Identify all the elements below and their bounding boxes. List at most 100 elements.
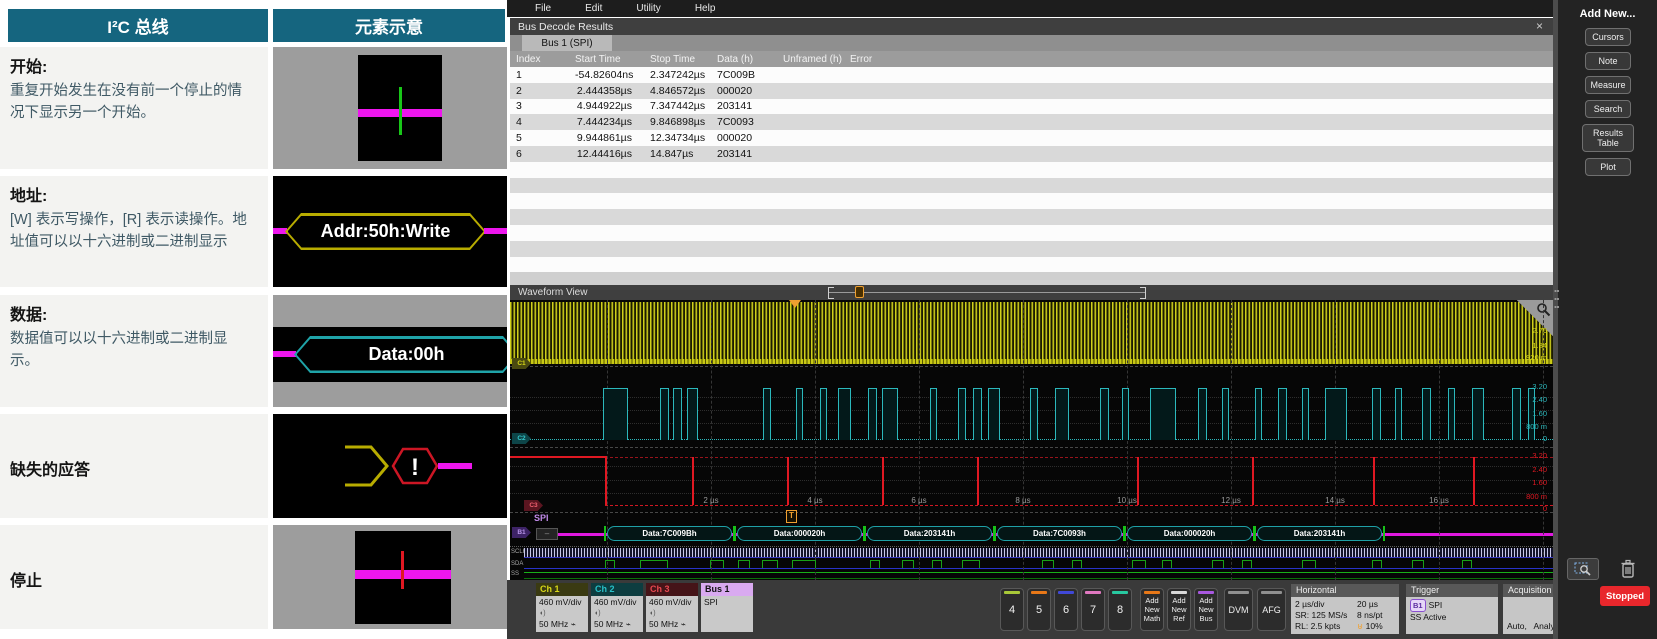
- measure-button[interactable]: Measure: [1585, 76, 1631, 94]
- ch2-pulse: [820, 388, 827, 440]
- results-table-header: IndexStart TimeStop TimeData (h)Unframed…: [510, 51, 1553, 67]
- channel-badge-header: Ch 2: [591, 583, 643, 596]
- ch2-pulse: [660, 388, 669, 440]
- add-new-bus-button[interactable]: Add New Bus: [1194, 588, 1218, 631]
- table-row[interactable]: [510, 241, 1553, 257]
- search-button[interactable]: Search: [1585, 100, 1631, 118]
- channel-button-6[interactable]: 6: [1054, 588, 1078, 631]
- menu-file[interactable]: File: [535, 3, 551, 14]
- ch3-badge[interactable]: C3: [524, 500, 543, 511]
- menu-edit[interactable]: Edit: [585, 3, 602, 14]
- tab-bus1-spi[interactable]: Bus 1 (SPI): [522, 35, 612, 51]
- channel-bandwidth: 50 MHz ⌁: [594, 619, 640, 630]
- minimap-left-bracket[interactable]: [828, 287, 834, 299]
- section-divider: [510, 512, 1553, 513]
- minimap-track[interactable]: [828, 292, 1146, 293]
- channel-badge-bus1[interactable]: Bus 1SPI: [701, 583, 753, 632]
- channel-color-stripe: [1031, 591, 1047, 594]
- results-table-button[interactable]: Results Table: [1582, 124, 1634, 152]
- channel-bandwidth: 50 MHz ⌁: [539, 619, 585, 630]
- add-new-math-button[interactable]: Add New Math: [1140, 588, 1164, 631]
- data-magenta-stub-left: [273, 351, 296, 357]
- ch2-pulse: [1302, 388, 1309, 440]
- sda-pulse: [1242, 560, 1252, 568]
- ch2-pulse: [988, 388, 1000, 440]
- table-row[interactable]: [510, 178, 1553, 194]
- divider-drag-handle[interactable]: [1554, 288, 1559, 314]
- bus-frame: Data:000020h: [1127, 526, 1252, 541]
- menu-utility[interactable]: Utility: [636, 3, 660, 14]
- trash-icon: [1620, 559, 1636, 579]
- stop-red-line: [401, 551, 404, 589]
- cursors-button[interactable]: Cursors: [1585, 28, 1631, 46]
- waveform-canvas[interactable]: C1 C2 C3 SPI B1 – T SCLK SDA SS 2 µs4 µs…: [510, 300, 1553, 580]
- channel-color-stripe: [1058, 591, 1074, 594]
- menu-help[interactable]: Help: [695, 3, 716, 14]
- dvm-button[interactable]: DVM: [1224, 588, 1253, 631]
- close-icon[interactable]: ×: [1536, 19, 1543, 33]
- table-row[interactable]: [510, 162, 1553, 178]
- sda-pulse: [1042, 560, 1054, 568]
- ch2-scale-label: 800 m: [1507, 422, 1547, 431]
- doc-illustration-address: Addr:50h:Write: [273, 176, 507, 287]
- frame-start-tick: [734, 526, 736, 541]
- plot-button[interactable]: Plot: [1585, 158, 1631, 176]
- channel-badge-header: Ch 3: [646, 583, 698, 596]
- channel-button-8[interactable]: 8: [1108, 588, 1132, 631]
- channel-button-7[interactable]: 7: [1081, 588, 1105, 631]
- afg-button[interactable]: AFG: [1257, 588, 1286, 631]
- ch2-pulse: [838, 388, 851, 440]
- bus-frame: Data:203141h: [867, 526, 992, 541]
- zoom-mode-button[interactable]: [1567, 558, 1599, 580]
- channel-badge-ch3[interactable]: Ch 3460 mV/div◖)50 MHz ⌁: [646, 583, 698, 632]
- trigger-title: Trigger: [1406, 584, 1498, 597]
- table-row[interactable]: [510, 209, 1553, 225]
- column-header[interactable]: Error: [844, 54, 1553, 65]
- channel-button-5[interactable]: 5: [1027, 588, 1051, 631]
- trigger-panel[interactable]: Trigger B1SPI SS Active: [1406, 584, 1498, 634]
- stopped-button[interactable]: Stopped: [1600, 586, 1650, 606]
- horizontal-panel[interactable]: Horizontal 2 µs/div20 µs SR: 125 MS/s8 n…: [1291, 584, 1399, 634]
- ch2-badge[interactable]: C2: [512, 433, 531, 444]
- note-button[interactable]: Note: [1585, 52, 1631, 70]
- trash-button[interactable]: [1618, 557, 1638, 581]
- column-header[interactable]: Index: [510, 54, 569, 65]
- sda-pulse: [762, 560, 778, 568]
- table-row[interactable]: 1-54.82604ns2.347242µs7C009B: [510, 67, 1553, 83]
- ch1-scale-label: 1.84: [1507, 341, 1547, 350]
- table-row[interactable]: 47.444234µs9.846898µs7C0093: [510, 114, 1553, 130]
- column-header[interactable]: Start Time: [569, 54, 644, 65]
- table-row[interactable]: [510, 257, 1553, 273]
- table-cell: 4: [510, 116, 569, 128]
- minimap-right-bracket[interactable]: [1140, 287, 1146, 299]
- column-header[interactable]: Stop Time: [644, 54, 711, 65]
- table-row[interactable]: [510, 193, 1553, 209]
- table-row[interactable]: 22.444358µs4.846572µs000020: [510, 83, 1553, 99]
- bus1-badge[interactable]: B1: [512, 527, 531, 538]
- sda-pulse: [1072, 560, 1082, 568]
- trigger-flag-icon[interactable]: T: [786, 510, 797, 523]
- ch2-pulse: [930, 388, 937, 440]
- addr-hexagon-label: Addr:50h:Write: [288, 216, 484, 248]
- channel-scale: SPI: [704, 597, 750, 608]
- table-row[interactable]: [510, 225, 1553, 241]
- minimap-trigger-marker[interactable]: [855, 286, 864, 298]
- column-header[interactable]: Data (h): [711, 54, 777, 65]
- add-new-ref-button[interactable]: Add New Ref: [1167, 588, 1191, 631]
- channel-button-4[interactable]: 4: [1000, 588, 1024, 631]
- sda-pulse: [962, 560, 980, 568]
- column-header[interactable]: Unframed (h): [777, 54, 844, 65]
- table-row[interactable]: 59.944861µs12.34734µs000020: [510, 130, 1553, 146]
- ch2-pulse: [868, 388, 877, 440]
- trigger-position-icon[interactable]: [789, 300, 801, 308]
- table-cell: 5: [510, 132, 569, 144]
- results-table-margin: [510, 272, 1553, 285]
- channel-badge-ch1[interactable]: Ch 1460 mV/div◖)50 MHz ⌁: [536, 583, 588, 632]
- channel-scale: 460 mV/div: [649, 597, 695, 608]
- table-row[interactable]: 612.44416µs14.847µs203141: [510, 146, 1553, 162]
- add-color-stripe: [1198, 591, 1214, 594]
- ch3-high-segment: [510, 456, 605, 458]
- ch3-pulse: [1473, 457, 1475, 505]
- table-row[interactable]: 34.944922µs7.347442µs203141: [510, 99, 1553, 115]
- channel-badge-ch2[interactable]: Ch 2460 mV/div◖)50 MHz ⌁: [591, 583, 643, 632]
